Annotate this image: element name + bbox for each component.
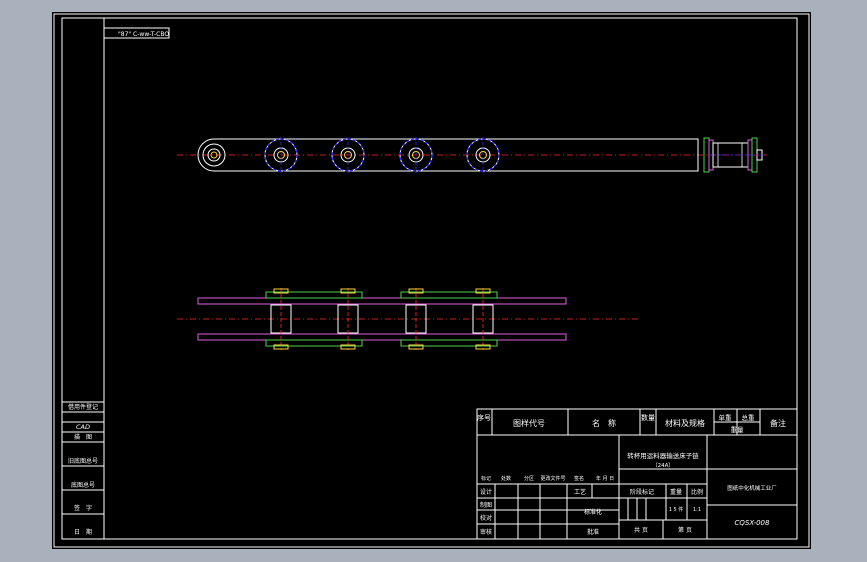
side-registration-labels: 借用件登记 CAD 描 图 旧底图总号 底图总号 签 字 日 期 — [68, 403, 98, 536]
header-unit-weight: 单重 — [719, 413, 733, 422]
company-name: 图纸中化机械工业厂 — [727, 484, 777, 492]
drawing-number: CQSX-008 — [735, 519, 770, 527]
drawing-id-box: "87" C-ww-T-CBO — [103, 27, 170, 39]
outer-plate-bottom — [197, 333, 567, 341]
header-remark: 备注 — [770, 418, 786, 428]
drawing-id-text: "87" C-ww-T-CBO — [118, 31, 169, 38]
plan-roller-3 — [405, 288, 427, 350]
header-material: 材料及规格 — [665, 418, 705, 428]
inner-plates-bottom — [265, 339, 498, 347]
product-name: 转杯用运料器输送床子链 — [627, 451, 699, 460]
inner-plates-top — [265, 291, 498, 299]
chain-plan-view — [177, 288, 640, 350]
sheet-count: 1 5 件 — [669, 506, 684, 513]
header-name: 名 称 — [592, 418, 616, 428]
weight-label: 重量 — [670, 488, 682, 496]
side-label-1: 借用件登记 — [68, 403, 98, 411]
outer-frame — [53, 13, 810, 548]
sheet-number: 第 页 — [678, 526, 692, 534]
outer-plate-top — [197, 297, 567, 305]
side-label-6: 签 字 — [74, 504, 92, 512]
sign-row-design: 设计 — [480, 488, 492, 496]
scale-value: 1:1 — [693, 507, 701, 513]
rev-zone: 分区 — [524, 475, 534, 482]
side-label-7: 日 期 — [74, 528, 92, 536]
rev-date: 年 月 日 — [596, 475, 614, 482]
sign-row-draw: 制图 — [480, 501, 492, 509]
rev-mark: 标记 — [481, 475, 491, 482]
scale-label: 比例 — [691, 488, 703, 496]
total-sheets: 共 页 — [634, 526, 648, 534]
side-label-3: 描 图 — [74, 433, 92, 441]
header-seq: 序号 — [477, 413, 491, 422]
mid-label-standard: 标准化 — [584, 508, 602, 516]
sign-row-check: 校对 — [480, 514, 492, 522]
side-label-2: CAD — [76, 423, 90, 431]
header-total-weight: 总重 — [742, 413, 756, 422]
mid-label-approve: 批准 — [587, 528, 599, 536]
end-pin-assembly — [703, 137, 764, 173]
viewport: "87" C-ww-T-CBO 借用件登记 CAD 描 图 旧底图总号 底图总号… — [0, 0, 867, 562]
rev-count: 处数 — [501, 475, 511, 482]
rev-sign: 签名 — [574, 475, 584, 482]
stage-label: 阶段标记 — [630, 488, 654, 496]
side-label-5: 底图总号 — [71, 481, 95, 489]
inner-frame — [61, 17, 798, 540]
header-weight: 重量 — [731, 426, 745, 434]
title-block-text: 序号 图样代号 名 称 数量 材料及规格 单重 总重 重量 备注 转杯用运料器输… — [477, 413, 786, 536]
sign-row-audit: 审核 — [480, 528, 492, 536]
side-label-4: 旧底图总号 — [68, 457, 98, 465]
header-code: 图样代号 — [513, 418, 545, 428]
mid-label-process: 工艺 — [574, 488, 586, 496]
product-sub: （24A） — [652, 462, 674, 469]
rev-docno: 更改文件号 — [540, 475, 565, 482]
drawing-sheet: "87" C-ww-T-CBO 借用件登记 CAD 描 图 旧底图总号 底图总号… — [52, 12, 811, 549]
chain-side-view — [177, 137, 767, 173]
cad-drawing-canvas: "87" C-ww-T-CBO 借用件登记 CAD 描 图 旧底图总号 底图总号… — [53, 13, 810, 548]
header-qty: 数量 — [641, 413, 655, 422]
